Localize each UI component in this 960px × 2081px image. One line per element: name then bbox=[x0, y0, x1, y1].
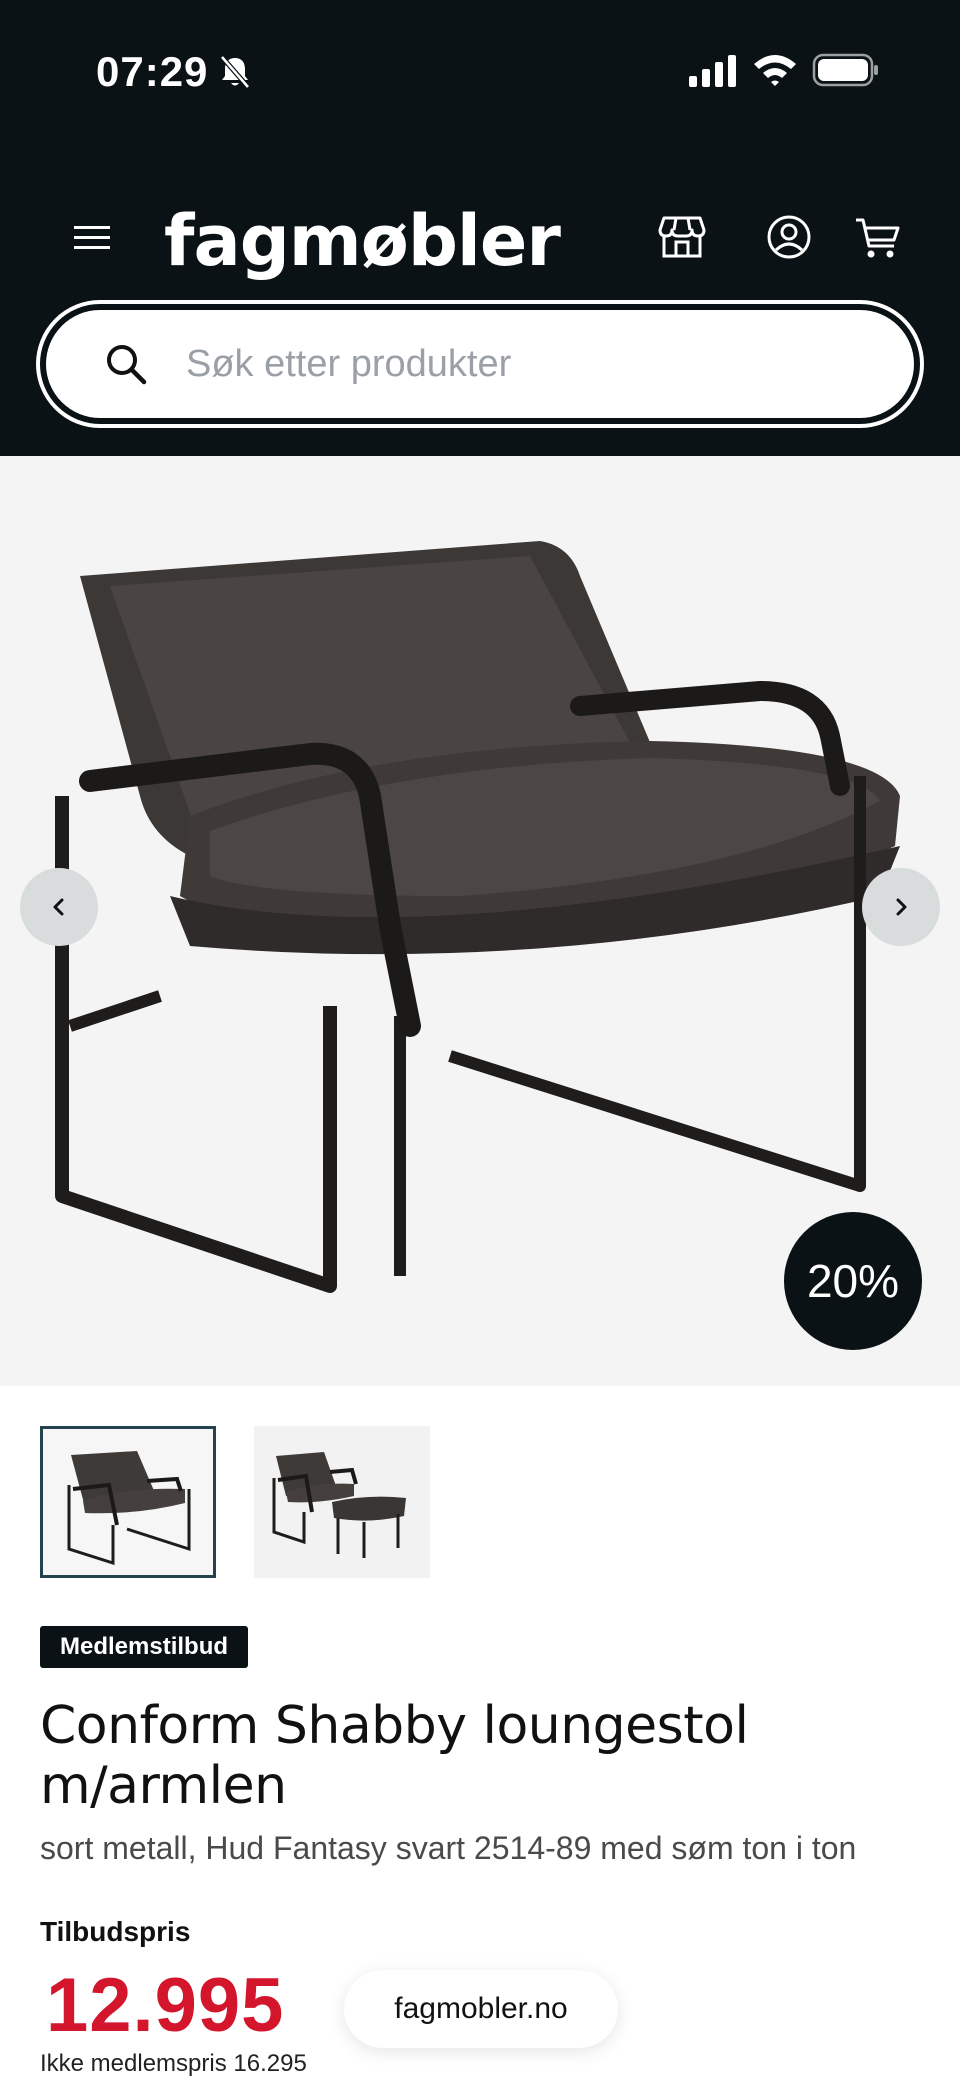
browser-url-pill[interactable]: fagmobler.no bbox=[344, 1970, 618, 2048]
bell-muted-icon bbox=[220, 55, 250, 89]
search-box[interactable] bbox=[46, 310, 914, 418]
site-header: 07:29 fagmøbler bbox=[0, 0, 960, 456]
offer-price: 12.995 bbox=[46, 1963, 285, 2048]
nav-row: fagmøbler bbox=[0, 190, 960, 282]
status-time: 07:29 bbox=[96, 48, 209, 95]
battery-icon bbox=[812, 53, 878, 87]
regular-price: Ikke medlemspris 16.295 bbox=[40, 2050, 307, 2077]
cellular-signal-icon bbox=[689, 55, 736, 87]
product-title: Conform Shabby loungestol m/armlen bbox=[40, 1696, 900, 1816]
image-thumbnails bbox=[40, 1426, 480, 1578]
product-variant-description: sort metall, Hud Fantasy svart 2514-89 m… bbox=[40, 1830, 857, 1866]
product-image-carousel[interactable]: 20% bbox=[0, 456, 960, 1386]
product-title-line1: Conform Shabby loungestol bbox=[40, 1696, 749, 1756]
search-input[interactable] bbox=[186, 332, 866, 396]
search-bar bbox=[36, 300, 924, 428]
member-offer-badge: Medlemstilbud bbox=[40, 1626, 249, 1668]
offer-price-label: Tilbudspris bbox=[40, 1916, 191, 1947]
thumbnail-chair-with-footstool[interactable] bbox=[254, 1426, 430, 1578]
carousel-next-button[interactable] bbox=[862, 868, 940, 946]
thumbnail-chair-footstool-image bbox=[272, 1452, 406, 1558]
wifi-icon bbox=[754, 55, 796, 86]
store-icon[interactable] bbox=[658, 214, 706, 260]
menu-icon[interactable] bbox=[70, 220, 114, 256]
thumbnail-chair[interactable] bbox=[40, 1426, 216, 1578]
product-title-line2: m/armlen bbox=[40, 1756, 287, 1816]
chevron-right-icon bbox=[896, 898, 907, 916]
thumbnail-chair-image bbox=[67, 1451, 191, 1565]
account-icon[interactable] bbox=[764, 212, 814, 262]
search-icon[interactable] bbox=[102, 340, 150, 388]
product-image-chair bbox=[55, 541, 900, 1293]
site-logo[interactable]: fagmøbler bbox=[164, 200, 561, 282]
discount-badge: 20% bbox=[784, 1212, 922, 1350]
status-bar: 07:29 bbox=[0, 0, 960, 140]
chevron-left-icon bbox=[53, 898, 64, 916]
carousel-prev-button[interactable] bbox=[20, 868, 98, 946]
cart-icon[interactable] bbox=[852, 212, 902, 262]
